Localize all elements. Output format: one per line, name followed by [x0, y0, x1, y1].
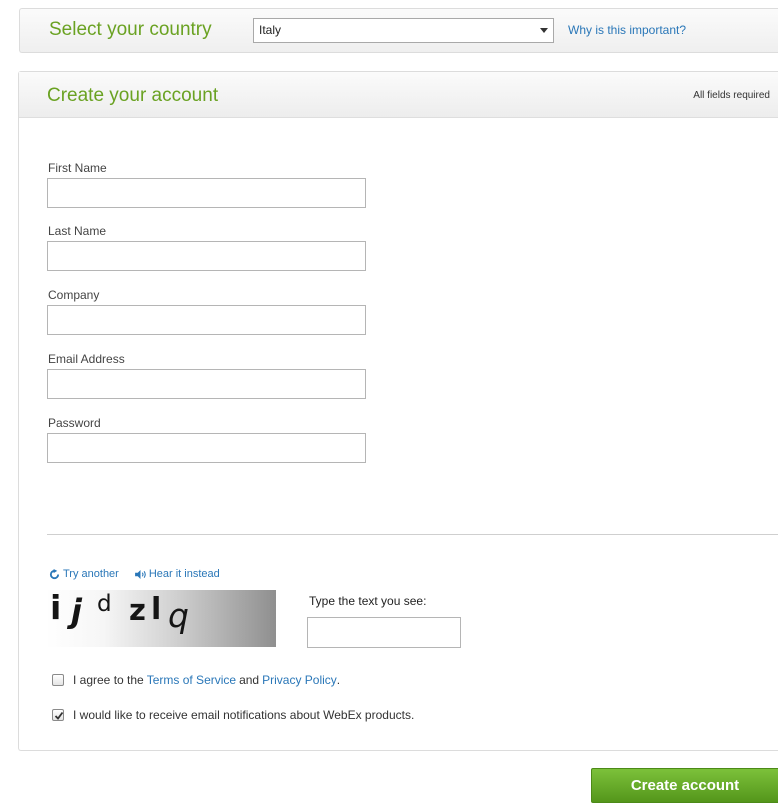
- captcha-input[interactable]: [307, 617, 461, 648]
- first-name-label: First Name: [48, 161, 107, 175]
- captcha-char: i: [50, 590, 62, 627]
- section-divider: [47, 534, 778, 535]
- captcha-char: l: [151, 592, 162, 627]
- company-input[interactable]: [47, 305, 366, 335]
- terms-text-before: I agree to the: [73, 673, 144, 687]
- captcha-prompt: Type the text you see:: [309, 594, 427, 608]
- terms-agreement-row: I agree to the Terms of Service and Priv…: [52, 673, 340, 687]
- hear-it-instead-link[interactable]: Hear it instead: [134, 568, 220, 580]
- terms-text-middle: and: [239, 673, 260, 687]
- terms-checkbox[interactable]: [52, 674, 64, 686]
- captcha-char: q: [168, 596, 189, 635]
- first-name-input[interactable]: [47, 178, 366, 208]
- notifications-text: I would like to receive email notificati…: [73, 708, 415, 722]
- captcha-image: i j d z l q: [46, 590, 276, 647]
- notifications-row: I would like to receive email notificati…: [52, 708, 414, 722]
- create-account-button[interactable]: Create account: [591, 768, 778, 803]
- last-name-label: Last Name: [48, 224, 107, 238]
- email-label: Email Address: [48, 352, 125, 366]
- create-account-panel: Create your account All fields required …: [18, 71, 778, 751]
- country-select[interactable]: Italy: [253, 18, 554, 43]
- email-input[interactable]: [47, 369, 366, 399]
- password-label: Password: [48, 416, 101, 430]
- captcha-char: z: [129, 593, 146, 627]
- try-another-label: Try another: [63, 568, 119, 580]
- refresh-icon: [49, 568, 63, 580]
- notifications-checkbox[interactable]: [52, 709, 64, 721]
- country-title: Select your country: [49, 19, 212, 40]
- hear-it-instead-label: Hear it instead: [148, 568, 220, 580]
- terms-text-after: .: [336, 673, 341, 687]
- checkmark-icon: [54, 711, 64, 720]
- why-important-link[interactable]: Why is this important?: [568, 23, 686, 37]
- country-bar: Select your country Italy Why is this im…: [19, 8, 778, 53]
- privacy-policy-link[interactable]: Privacy Policy: [262, 673, 337, 687]
- password-input[interactable]: [47, 433, 366, 463]
- captcha-links: Try another Hear it instead: [49, 568, 220, 580]
- last-name-input[interactable]: [47, 241, 366, 271]
- all-fields-required-note: All fields required: [693, 90, 770, 101]
- country-select-value: Italy: [259, 23, 282, 37]
- chevron-down-icon[interactable]: [535, 19, 553, 42]
- company-label: Company: [48, 288, 100, 302]
- speaker-icon: [134, 569, 149, 579]
- try-another-link[interactable]: Try another: [49, 568, 119, 580]
- account-header: Create your account All fields required: [19, 72, 778, 118]
- captcha-char: d: [97, 591, 112, 617]
- account-title: Create your account: [47, 85, 219, 106]
- captcha-char: j: [71, 592, 82, 630]
- terms-of-service-link[interactable]: Terms of Service: [147, 673, 236, 687]
